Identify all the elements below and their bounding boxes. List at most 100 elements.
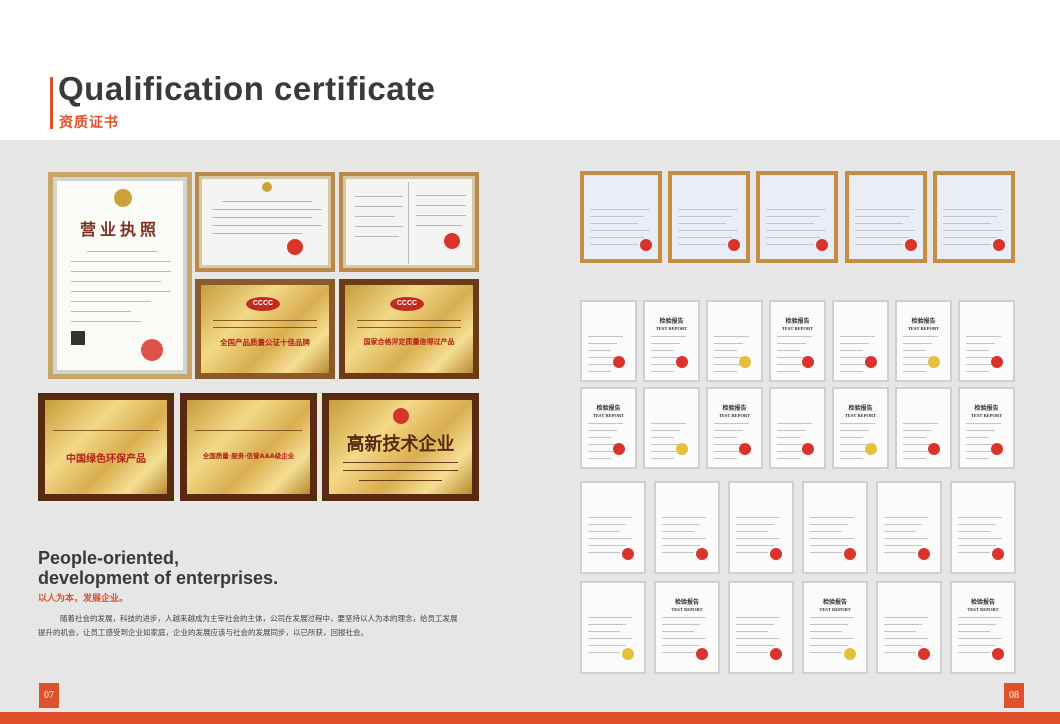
certificate-tile xyxy=(756,171,838,263)
red-seal-icon xyxy=(770,548,782,560)
report-title: 检验报告 xyxy=(674,599,699,606)
certificate-tile xyxy=(832,300,889,382)
report-subtitle: TEST REPORT xyxy=(671,607,703,612)
report-subtitle: TEST REPORT xyxy=(655,326,688,331)
report-subtitle: TEST REPORT xyxy=(718,413,751,418)
certificate-frame-2 xyxy=(339,172,479,272)
certificate-tile xyxy=(950,481,1016,574)
red-seal-icon xyxy=(918,548,930,560)
certificate-tile: 检验报告 TEST REPORT xyxy=(654,581,720,674)
plaque-quality-brand: CCCC 全国产品质量公证十佳品牌 xyxy=(195,279,335,379)
report-title: 检验报告 xyxy=(822,599,847,606)
report-title: 检验报告 xyxy=(722,405,747,412)
red-seal-icon xyxy=(696,548,708,560)
footer-bar xyxy=(0,712,1060,724)
red-seal-icon xyxy=(622,648,634,660)
certificate-tile xyxy=(668,171,750,263)
slogan-line-2: development of enterprises. xyxy=(38,568,279,588)
red-seal-icon xyxy=(992,548,1004,560)
page-header: Qualification certificate 资质证书 xyxy=(0,0,1060,140)
logo-icon xyxy=(393,408,409,424)
certificate-tile xyxy=(845,171,927,263)
certificate-tile xyxy=(876,581,942,674)
red-seal-icon xyxy=(770,648,782,660)
red-seal-icon xyxy=(141,339,163,361)
page-subtitle: 资质证书 xyxy=(59,115,119,131)
certificate-tile: 检验报告 TEST REPORT xyxy=(769,300,826,382)
certificate-tile xyxy=(580,581,646,674)
plaque-green-product: 中国绿色环保产品 xyxy=(38,393,174,501)
red-seal-icon xyxy=(865,443,877,455)
certificate-tile: 检验报告 TEST REPORT xyxy=(706,387,763,469)
red-seal-icon xyxy=(991,443,1003,455)
red-seal-icon xyxy=(918,648,930,660)
title-accent-bar xyxy=(50,77,53,129)
page-number-left: 07 xyxy=(39,683,59,708)
red-seal-icon xyxy=(905,239,917,251)
plaque-text: 全国质量·服务·信誉AAA级企业 xyxy=(202,452,295,460)
certificate-tile xyxy=(580,171,662,263)
red-seal-icon xyxy=(728,239,740,251)
red-seal-icon xyxy=(844,548,856,560)
red-seal-icon xyxy=(696,648,708,660)
qr-code-icon xyxy=(71,331,85,345)
body-paragraph: 随着社会的发展，科技的进步，人越来越成为主宰社会的主体，公司在发展过程中，要坚持… xyxy=(38,614,458,637)
red-seal-icon xyxy=(622,548,634,560)
plaque-conformity: CCCC 国家合格评定质量信得过产品 xyxy=(339,279,479,379)
certificate-tile xyxy=(580,300,637,382)
red-seal-icon xyxy=(802,443,814,455)
red-seal-icon xyxy=(928,356,940,368)
business-license-frame: 营业执照 xyxy=(48,172,192,379)
plaque-high-tech: 高新技术企业 xyxy=(322,393,479,501)
certificate-tile: 检验报告 TEST REPORT xyxy=(950,581,1016,674)
certificate-tile xyxy=(580,481,646,574)
report-title: 检验报告 xyxy=(659,318,684,325)
certificate-tile xyxy=(769,387,826,469)
red-seal-icon xyxy=(739,443,751,455)
page-title: Qualification certificate xyxy=(58,70,436,107)
red-seal-icon xyxy=(993,239,1005,251)
slogan-cn: 以人为本，发展企业。 xyxy=(38,594,129,604)
plaque-aaa-enterprise: 全国质量·服务·信誉AAA级企业 xyxy=(180,393,317,501)
certificate-tile xyxy=(643,387,700,469)
certificate-tile xyxy=(933,171,1015,263)
certificate-tile: 检验报告 TEST REPORT xyxy=(895,300,952,382)
certificate-tile xyxy=(876,481,942,574)
red-seal-icon xyxy=(287,239,303,255)
plaque-text: 中国绿色环保产品 xyxy=(66,454,146,465)
red-seal-icon xyxy=(613,356,625,368)
red-seal-icon xyxy=(739,356,751,368)
report-title: 检验报告 xyxy=(848,405,873,412)
red-seal-icon xyxy=(676,443,688,455)
plaque-text: 国家合格评定质量信得过产品 xyxy=(363,338,455,346)
certificate-tile: 检验报告 TEST REPORT xyxy=(580,387,637,469)
red-seal-icon xyxy=(928,443,940,455)
report-subtitle: TEST REPORT xyxy=(819,607,851,612)
report-subtitle: TEST REPORT xyxy=(970,413,1003,418)
certificate-frame-1 xyxy=(195,172,335,272)
certificate-tile: 检验报告 TEST REPORT xyxy=(958,387,1015,469)
report-subtitle: TEST REPORT xyxy=(781,326,814,331)
red-seal-icon xyxy=(992,648,1004,660)
slogan-en: People-oriented, development of enterpri… xyxy=(38,548,278,588)
certificate-tile: 检验报告 TEST REPORT xyxy=(643,300,700,382)
certificate-tile xyxy=(706,300,763,382)
certificate-tile xyxy=(958,300,1015,382)
report-title: 检验报告 xyxy=(911,318,936,325)
plaque-text: 高新技术企业 xyxy=(346,434,455,455)
red-seal-icon xyxy=(816,239,828,251)
red-seal-icon xyxy=(802,356,814,368)
red-seal-icon xyxy=(844,648,856,660)
red-seal-icon xyxy=(640,239,652,251)
report-title: 检验报告 xyxy=(970,599,995,606)
report-title: 检验报告 xyxy=(974,405,999,412)
certificate-tile xyxy=(895,387,952,469)
red-seal-icon xyxy=(865,356,877,368)
report-title: 检验报告 xyxy=(785,318,810,325)
certificate-tile xyxy=(802,481,868,574)
page-number-right: 08 xyxy=(1004,683,1024,708)
certificate-tile xyxy=(728,581,794,674)
red-seal-icon xyxy=(991,356,1003,368)
plaque-text: 全国产品质量公证十佳品牌 xyxy=(220,338,310,347)
certificate-tile: 检验报告 TEST REPORT xyxy=(802,581,868,674)
